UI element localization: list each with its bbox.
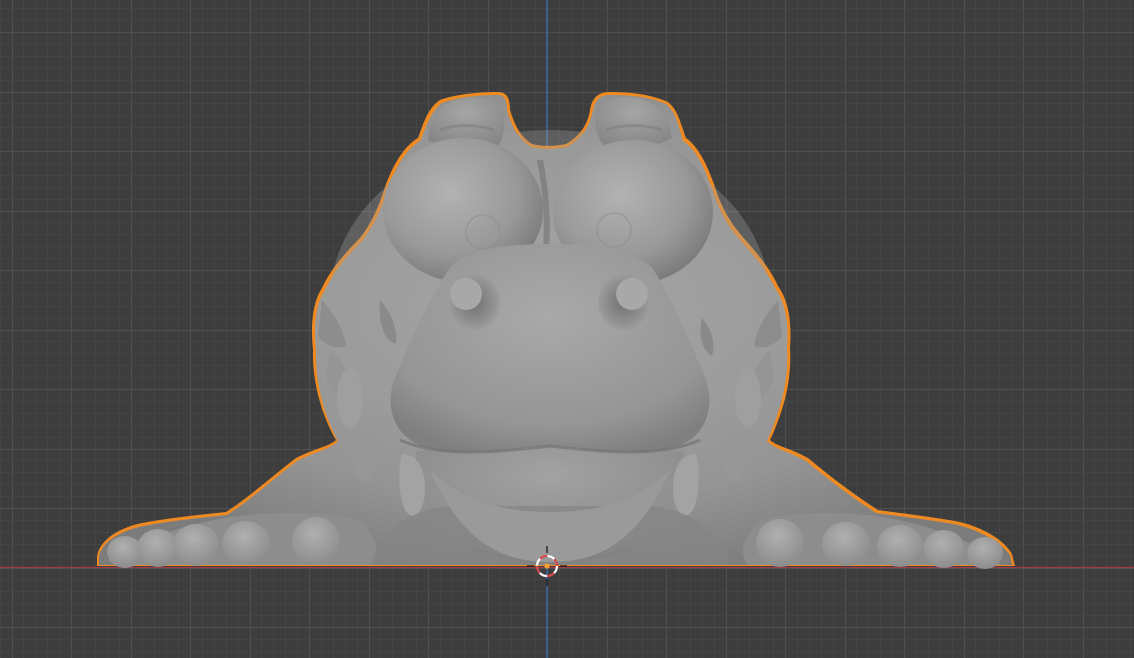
left-nostril-highlight [450,278,482,310]
object-origin-dot [544,563,550,569]
left-foot [107,512,377,568]
viewport-canvas [0,0,1134,658]
right-nostril-highlight [616,278,648,310]
3d-viewport[interactable] [0,0,1134,658]
